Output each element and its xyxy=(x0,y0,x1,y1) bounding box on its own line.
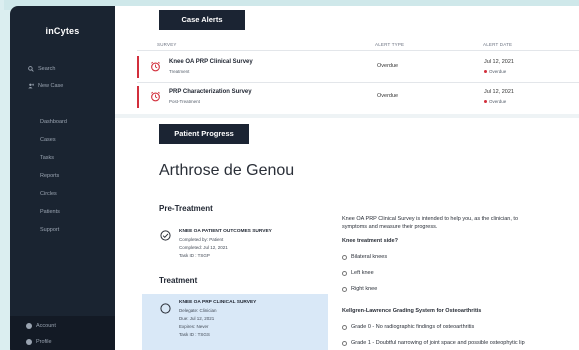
col-alert-type: ALERT TYPE xyxy=(375,42,405,47)
app-logo[interactable]: inCytes xyxy=(10,26,115,36)
task-completed-date: Completed: Jul 12, 2021 xyxy=(179,245,228,250)
main-content: Case Alerts SURVEY ALERT TYPE ALERT DATE… xyxy=(115,6,579,350)
alert-date: Jul 12, 2021 xyxy=(484,89,514,95)
new-case-link[interactable]: New Case xyxy=(28,83,63,89)
radio-icon xyxy=(342,324,347,330)
option-label: Right knee xyxy=(351,286,378,292)
radio-icon xyxy=(342,254,347,260)
radio-left-knee[interactable]: Left knee xyxy=(342,270,374,276)
task-expires: Expires: Never xyxy=(179,324,209,329)
task-card-selected[interactable]: KNEE OA PRP CLINICAL SURVEY Delegate: Cl… xyxy=(142,294,328,350)
alert-survey-title[interactable]: PRP Characterization Survey xyxy=(169,89,252,95)
profile-link[interactable]: Profile xyxy=(26,339,52,345)
account-link[interactable]: Account xyxy=(26,323,56,329)
option-label: Left knee xyxy=(351,270,374,276)
task-title: KNEE OA PATIENT OUTCOMES SURVEY xyxy=(179,229,272,234)
app-frame: inCytes Search New Case Dashboard Cases … xyxy=(4,0,579,350)
new-case-label: New Case xyxy=(38,83,64,89)
question-kl-grade: Kellgren-Lawrence Grading System for Ost… xyxy=(342,308,482,314)
profile-icon xyxy=(26,339,32,345)
divider xyxy=(137,82,579,83)
alert-survey-phase: Post-Treatment xyxy=(169,99,200,104)
patient-progress-title: Patient Progress xyxy=(159,124,249,144)
survey-intro-line1: Knee OA PRP Clinical Survey is intended … xyxy=(342,216,518,222)
sidebar-nav: Dashboard Cases Tasks Reports Circles Pa… xyxy=(40,119,67,245)
sidebar-item-patients[interactable]: Patients xyxy=(40,209,67,227)
alert-status: Overdue xyxy=(484,69,506,74)
radio-bilateral-knees[interactable]: Bilateral knees xyxy=(342,254,387,260)
task-title: KNEE OA PRP CLINICAL SURVEY xyxy=(179,300,257,305)
task-card[interactable]: KNEE OA PATIENT OUTCOMES SURVEY Complete… xyxy=(142,223,328,271)
profile-label: Profile xyxy=(36,339,52,345)
phase-treatment: Treatment xyxy=(159,276,198,285)
divider xyxy=(137,50,579,51)
search-icon xyxy=(28,66,34,72)
patient-name: Arthrose de Genou xyxy=(159,162,295,179)
option-label: Grade 0 - No radiographic findings of os… xyxy=(351,324,475,330)
case-alerts-title: Case Alerts xyxy=(159,10,245,30)
sidebar: inCytes Search New Case Dashboard Cases … xyxy=(10,6,115,350)
search-label: Search xyxy=(38,66,56,72)
add-user-icon xyxy=(28,83,34,89)
check-circle-icon xyxy=(160,230,171,241)
alert-row[interactable]: PRP Characterization Survey Post-Treatme… xyxy=(137,84,579,110)
alert-marker xyxy=(137,86,139,108)
sidebar-item-cases[interactable]: Cases xyxy=(40,137,67,155)
alarm-clock-icon xyxy=(151,61,160,72)
alarm-clock-icon xyxy=(151,91,160,102)
phase-pre-treatment: Pre-Treatment xyxy=(159,204,213,213)
sidebar-item-dashboard[interactable]: Dashboard xyxy=(40,119,67,137)
task-id: Task ID : TSGP xyxy=(179,253,210,258)
sidebar-footer: Account Profile xyxy=(10,316,115,350)
survey-intro-line2: symptoms and measure their progress. xyxy=(342,224,438,230)
col-survey: SURVEY xyxy=(157,42,177,47)
radio-grade-0[interactable]: Grade 0 - No radiographic findings of os… xyxy=(342,324,474,330)
radio-right-knee[interactable]: Right knee xyxy=(342,286,377,292)
task-delegate: Delegate: Clinician xyxy=(179,308,217,313)
alert-row[interactable]: Knee OA PRP Clinical Survey Treatment Ov… xyxy=(137,54,579,80)
task-id: Task ID : TSGS xyxy=(179,332,210,337)
account-label: Account xyxy=(36,323,56,329)
alert-date: Jul 12, 2021 xyxy=(484,59,514,65)
sidebar-item-tasks[interactable]: Tasks xyxy=(40,155,67,173)
alert-survey-phase: Treatment xyxy=(169,69,190,74)
alert-marker xyxy=(137,56,139,78)
alert-status: Overdue xyxy=(484,99,506,104)
radio-icon xyxy=(342,286,347,292)
sidebar-item-reports[interactable]: Reports xyxy=(40,173,67,191)
radio-icon xyxy=(342,340,347,346)
alert-type: Overdue xyxy=(377,63,399,69)
alert-survey-title[interactable]: Knee OA PRP Clinical Survey xyxy=(169,59,253,65)
alert-type: Overdue xyxy=(377,93,399,99)
case-alerts-panel: Case Alerts SURVEY ALERT TYPE ALERT DATE… xyxy=(115,6,579,111)
pending-circle-icon xyxy=(160,303,171,314)
option-label: Bilateral knees xyxy=(351,254,388,260)
account-icon xyxy=(26,323,32,329)
col-alert-date: ALERT DATE xyxy=(483,42,513,47)
task-completed-by: Completed by: Patient xyxy=(179,237,224,242)
question-treatment-side: Knee treatment side? xyxy=(342,238,398,244)
option-label: Grade 1 - Doubtful narrowing of joint sp… xyxy=(351,340,525,346)
radio-icon xyxy=(342,270,347,276)
sidebar-item-support[interactable]: Support xyxy=(40,227,67,245)
patient-progress-panel: Patient Progress Arthrose de Genou Pre-T… xyxy=(115,114,579,350)
task-due: Due: Jul 12, 2021 xyxy=(179,316,215,321)
radio-grade-1[interactable]: Grade 1 - Doubtful narrowing of joint sp… xyxy=(342,340,525,346)
search-link[interactable]: Search xyxy=(28,66,55,72)
sidebar-item-circles[interactable]: Circles xyxy=(40,191,67,209)
